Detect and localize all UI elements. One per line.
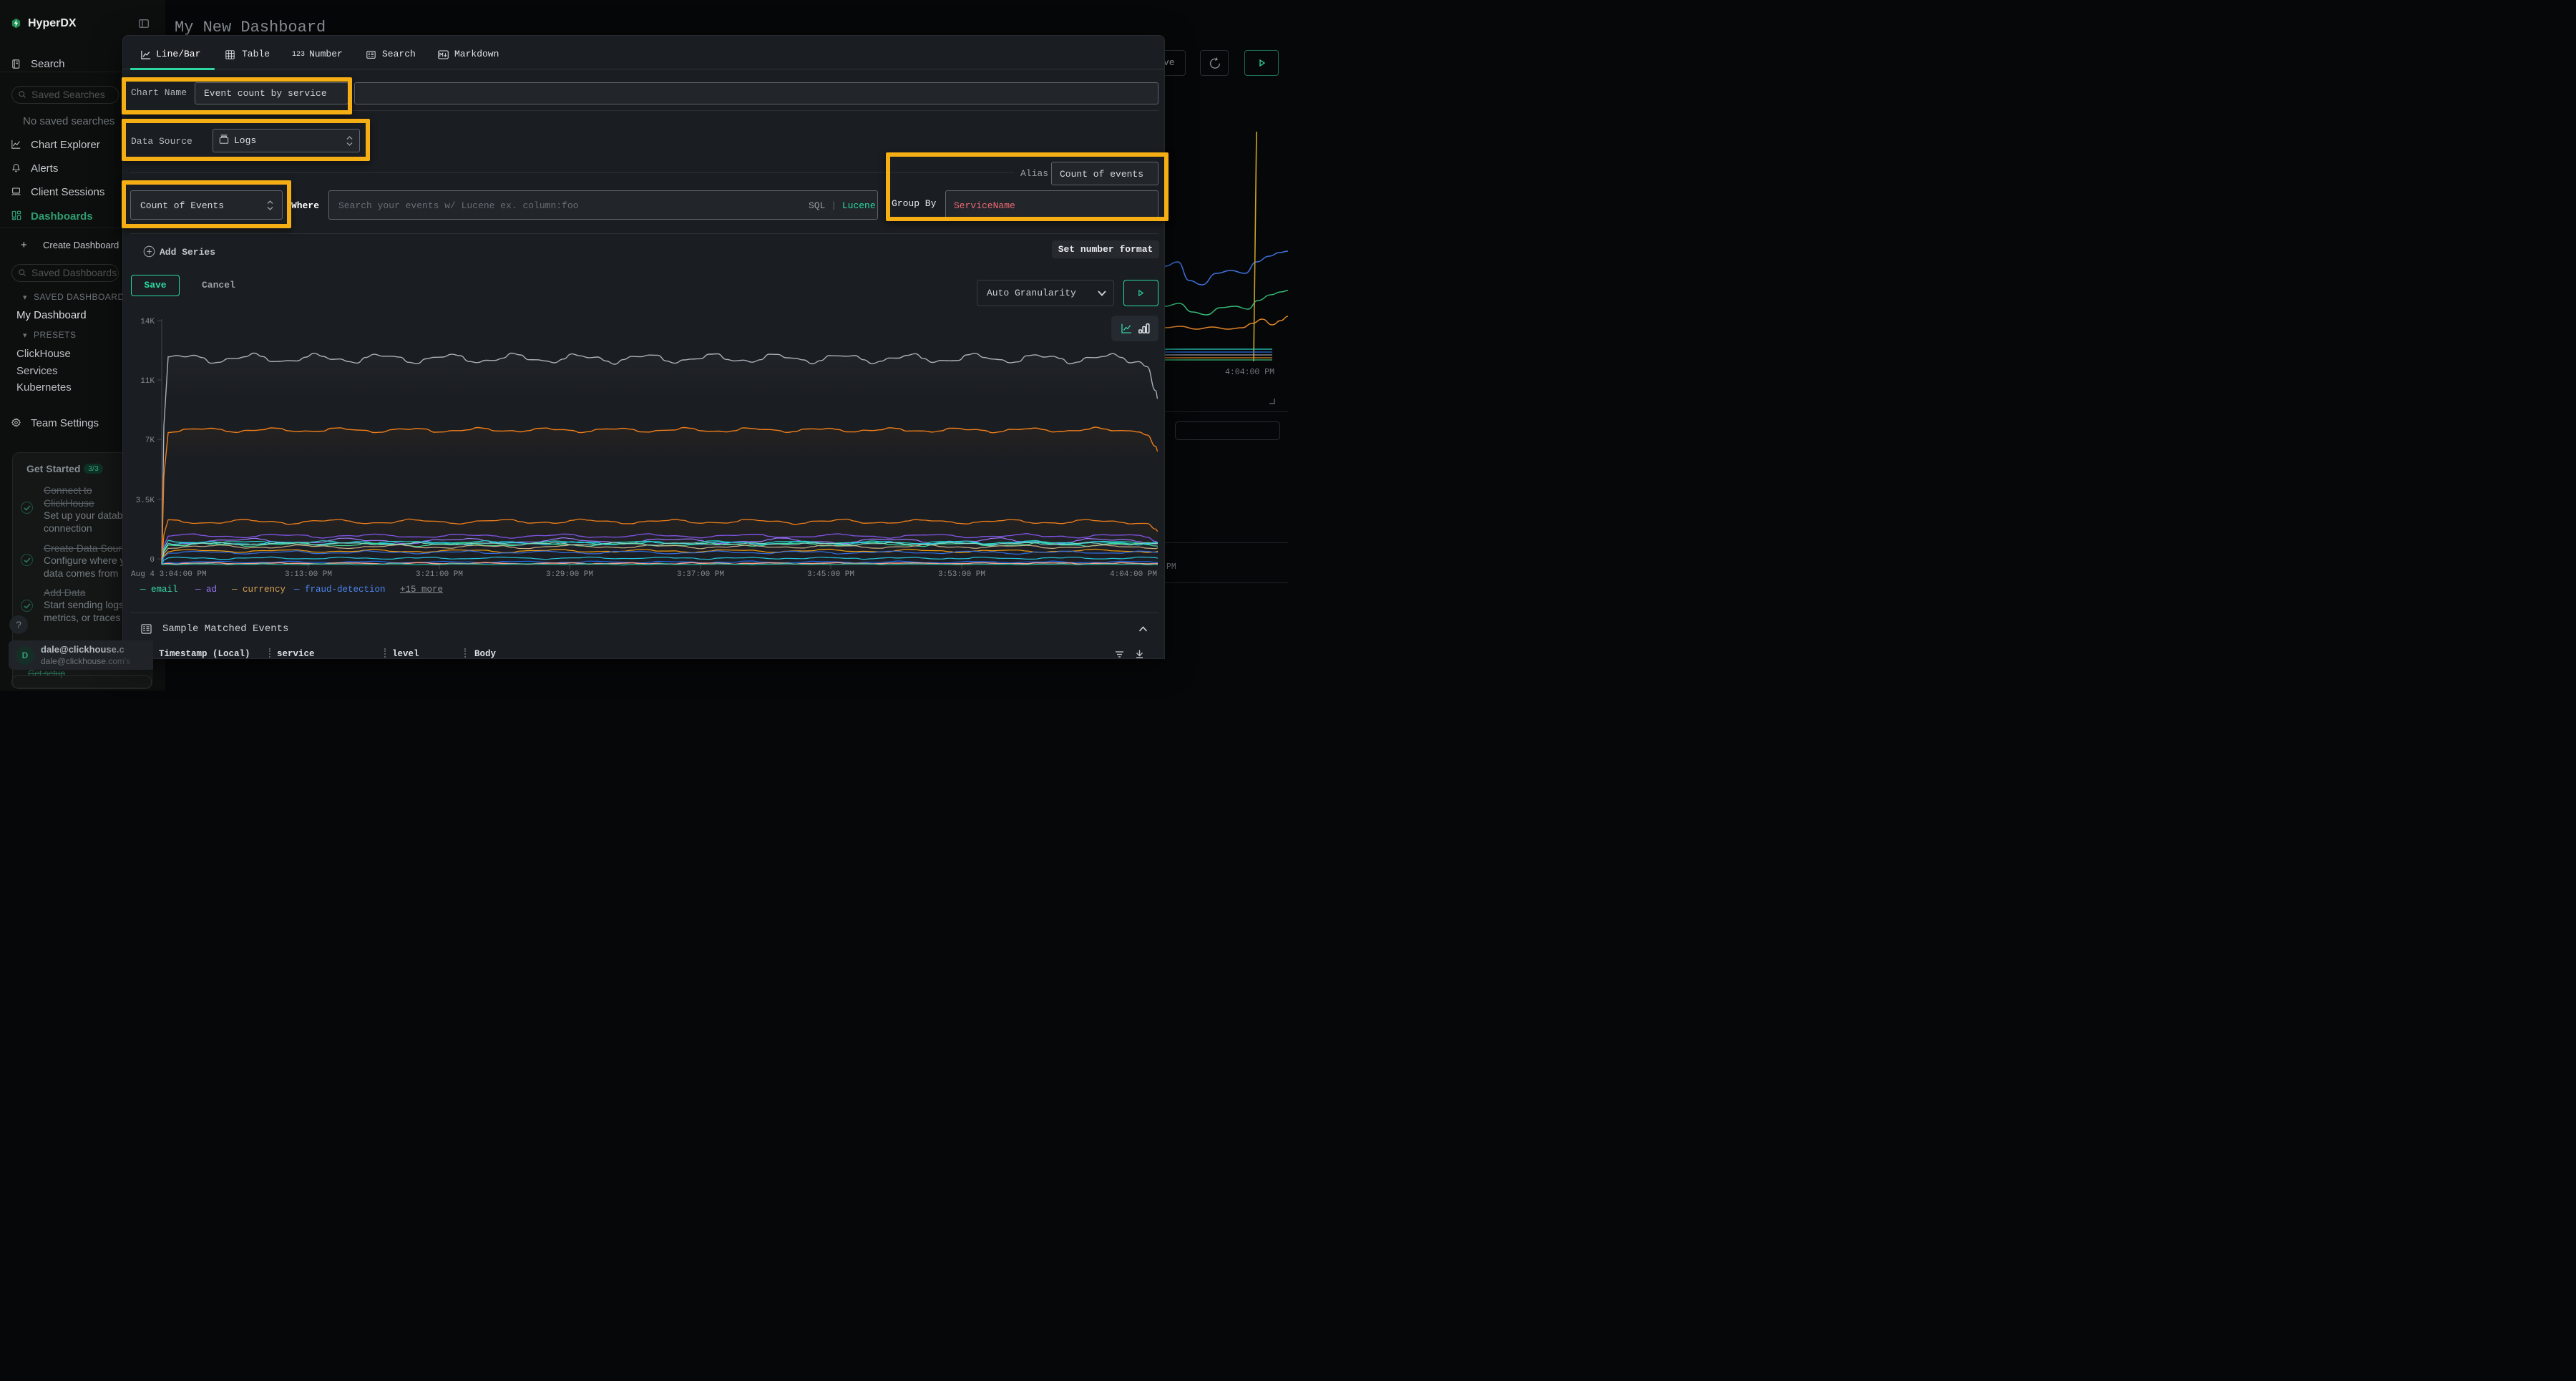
svg-text:3:13:00 PM: 3:13:00 PM	[285, 570, 332, 579]
svg-text:3:29:00 PM: 3:29:00 PM	[546, 570, 593, 579]
svg-text:3:21:00 PM: 3:21:00 PM	[416, 570, 463, 579]
svg-text:Aug 4 3:04:00 PM: Aug 4 3:04:00 PM	[131, 570, 207, 579]
svg-text:11K: 11K	[140, 377, 155, 386]
svg-text:0: 0	[150, 556, 155, 565]
svg-text:7K: 7K	[145, 436, 155, 445]
svg-text:14K: 14K	[140, 318, 155, 326]
svg-text:3:53:00 PM: 3:53:00 PM	[938, 570, 985, 579]
svg-text:3.5K: 3.5K	[136, 497, 155, 505]
svg-text:3:37:00 PM: 3:37:00 PM	[677, 570, 724, 579]
svg-text:3:45:00 PM: 3:45:00 PM	[807, 570, 854, 579]
svg-text:4:04:00 PM: 4:04:00 PM	[1110, 570, 1157, 579]
